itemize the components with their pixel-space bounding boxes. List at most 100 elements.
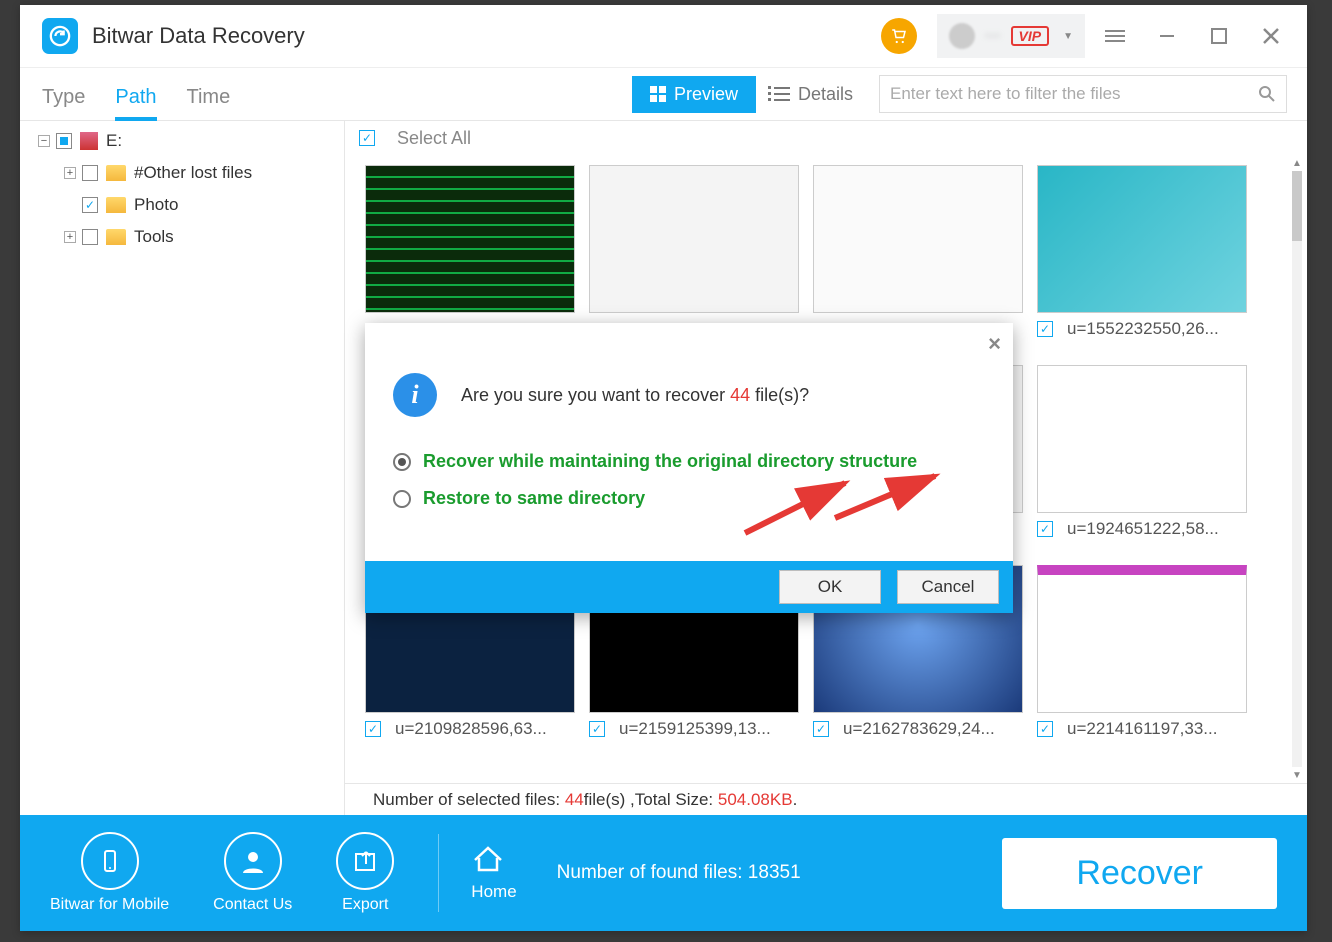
thumb-caption: u=1552232550,26... [1067,319,1219,339]
thumb-checkbox[interactable]: ✓ [365,721,381,737]
thumbnail-image [1037,365,1247,513]
tree-root-label: E: [106,131,122,151]
scrollbar-thumb[interactable] [1292,171,1302,241]
recover-button[interactable]: Recover [1002,838,1277,909]
option-label: Recover while maintaining the original d… [423,451,917,472]
thumbnail-image [1037,165,1247,313]
status-text: Number of selected files: 44file(s) ,Tot… [373,790,797,810]
vip-badge: VIP [1011,26,1050,46]
thumbnail-item[interactable] [813,165,1023,339]
bitwar-mobile-label: Bitwar for Mobile [50,896,169,914]
export-button[interactable]: Export [336,832,394,914]
select-all-row: ✓ Select All [345,121,1307,155]
option-label: Restore to same directory [423,488,645,509]
cart-button[interactable] [881,18,917,54]
collapse-icon[interactable]: − [38,135,50,147]
thumbnail-image [589,165,799,313]
expand-icon[interactable]: + [64,231,76,243]
thumb-checkbox[interactable]: ✓ [589,721,605,737]
no-twist [64,199,76,211]
confirm-recover-dialog: × i Are you sure you want to recover 44 … [365,323,1013,613]
contact-us-label: Contact Us [213,896,292,914]
vertical-scrollbar[interactable]: ▲ ▼ [1289,155,1305,783]
folder-icon [106,165,126,181]
tree-item-label: Tools [134,227,174,247]
maximize-icon [1210,27,1228,45]
close-button[interactable] [1249,14,1293,58]
bitwar-mobile-button[interactable]: Bitwar for Mobile [50,832,169,914]
mobile-icon [97,848,123,874]
thumbnail-image [365,165,575,313]
thumb-caption: u=2109828596,63... [395,719,547,739]
option-maintain-structure[interactable]: Recover while maintaining the original d… [393,451,985,472]
scrollbar-track[interactable] [1292,171,1302,767]
thumbnail-image [813,165,1023,313]
tree-checkbox[interactable]: ✓ [82,197,98,213]
user-block[interactable]: ··· VIP ▼ [937,14,1085,58]
home-button[interactable]: Home [471,844,516,902]
tree-item-photo[interactable]: ✓ Photo [20,189,344,221]
export-label: Export [342,896,388,914]
radio-unselected[interactable] [393,490,411,508]
tree-root[interactable]: − E: [20,125,344,157]
cancel-button[interactable]: Cancel [897,570,999,604]
app-title: Bitwar Data Recovery [92,23,305,49]
thumbnail-item[interactable] [589,165,799,339]
thumb-checkbox[interactable]: ✓ [1037,521,1053,537]
dialog-close-button[interactable]: × [988,331,1001,357]
thumb-caption: u=2214161197,33... [1067,719,1217,739]
thumb-checkbox[interactable]: ✓ [1037,321,1053,337]
thumbnail-image [1037,565,1247,713]
thumb-checkbox[interactable]: ✓ [1037,721,1053,737]
thumb-checkbox[interactable]: ✓ [813,721,829,737]
user-name: ··· [985,27,1001,45]
maximize-button[interactable] [1197,14,1241,58]
tree-item-tools[interactable]: + Tools [20,221,344,253]
radio-selected[interactable] [393,453,411,471]
chevron-down-icon: ▼ [1063,31,1073,42]
grid-icon [650,86,666,102]
folder-icon [106,229,126,245]
contact-us-button[interactable]: Contact Us [213,832,292,914]
main-window: Bitwar Data Recovery ··· VIP ▼ Type Path… [20,5,1307,931]
tree-checkbox[interactable] [56,133,72,149]
divider [438,834,439,912]
thumbnail-item[interactable] [365,165,575,339]
user-avatar-icon [949,23,975,49]
view-preview-button[interactable]: Preview [632,76,756,113]
bottom-bar: Bitwar for Mobile Contact Us Export Home… [20,815,1307,931]
tree-checkbox[interactable] [82,165,98,181]
thumbnail-item[interactable]: ✓ u=2214161197,33... [1037,565,1247,739]
view-details-label: Details [798,84,853,105]
tree-item-label: Photo [134,195,178,215]
menu-button[interactable] [1093,14,1137,58]
select-all-label: Select All [397,128,471,149]
search-icon [1258,85,1276,103]
tab-type[interactable]: Type [42,86,85,120]
tree-checkbox[interactable] [82,229,98,245]
option-same-directory[interactable]: Restore to same directory [393,488,985,509]
minimize-button[interactable] [1145,14,1189,58]
scroll-up-icon[interactable]: ▲ [1289,155,1305,171]
tree-item-label: #Other lost files [134,163,252,183]
tree-item-other[interactable]: + #Other lost files [20,157,344,189]
tab-path[interactable]: Path [115,86,156,121]
thumbnail-item[interactable]: ✓ u=1924651222,58... [1037,365,1247,539]
view-details-button[interactable]: Details [756,76,871,113]
thumb-caption: u=2162783629,24... [843,719,995,739]
dialog-question: Are you sure you want to recover 44 file… [461,385,809,406]
filter-input[interactable]: Enter text here to filter the files [879,75,1287,113]
select-all-checkbox[interactable]: ✓ [359,130,375,146]
export-icon [352,848,378,874]
view-toggle: Preview Details [632,76,871,113]
left-tabs: Type Path Time [42,86,230,120]
sidebar-tree: − E: + #Other lost files ✓ Photo + [20,121,345,815]
ok-button[interactable]: OK [779,570,881,604]
thumb-caption: u=1924651222,58... [1067,519,1219,539]
tab-time[interactable]: Time [187,86,231,120]
info-icon: i [393,373,437,417]
scroll-down-icon[interactable]: ▼ [1289,767,1305,783]
hamburger-icon [1105,27,1125,45]
expand-icon[interactable]: + [64,167,76,179]
thumbnail-item[interactable]: ✓ u=1552232550,26... [1037,165,1247,339]
